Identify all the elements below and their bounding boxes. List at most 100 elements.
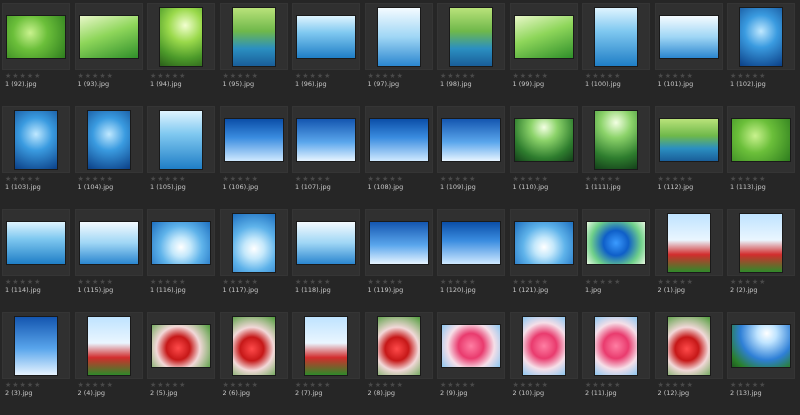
thumbnail-frame[interactable] <box>147 106 215 173</box>
thumbnail-image[interactable] <box>224 118 283 161</box>
rating-stars[interactable]: ★★★★★ <box>730 381 766 389</box>
thumbnail-frame[interactable] <box>2 3 70 70</box>
thumbnail-image[interactable] <box>232 7 275 66</box>
thumbnail-frame[interactable] <box>509 3 578 70</box>
thumbnail-item[interactable]: ★★★★★ 1 (95).jpg <box>219 3 290 106</box>
thumbnail-frame[interactable] <box>364 3 433 70</box>
thumbnail-frame[interactable] <box>147 312 215 379</box>
thumbnail-item[interactable]: ★★★★★ 1 (121).jpg <box>509 209 580 312</box>
thumbnail-frame[interactable] <box>509 106 578 173</box>
rating-stars[interactable]: ★★★★★ <box>513 381 549 389</box>
thumbnail-image[interactable] <box>369 221 428 264</box>
thumbnail-item[interactable]: ★★★★★ 1 (104).jpg <box>74 106 145 209</box>
thumbnail-frame[interactable] <box>147 209 215 276</box>
thumbnail-frame[interactable] <box>364 106 433 173</box>
rating-stars[interactable]: ★★★★★ <box>658 175 694 183</box>
thumbnail-item[interactable]: ★★★★★ 1 (103).jpg <box>2 106 72 209</box>
thumbnail-image[interactable] <box>667 316 710 375</box>
thumbnail-frame[interactable] <box>219 106 288 173</box>
rating-stars[interactable]: ★★★★★ <box>5 175 41 183</box>
rating-stars[interactable]: ★★★★★ <box>223 72 259 80</box>
thumbnail-item[interactable]: ★★★★★ 1 (105).jpg <box>147 106 217 209</box>
thumbnail-frame[interactable] <box>219 312 288 379</box>
thumbnail-image[interactable] <box>152 221 210 264</box>
thumbnail-item[interactable]: ★★★★★ 1 (111).jpg <box>582 106 652 209</box>
rating-stars[interactable]: ★★★★★ <box>513 175 549 183</box>
thumbnail-frame[interactable] <box>654 209 723 276</box>
thumbnail-frame[interactable] <box>364 312 433 379</box>
thumbnail-item[interactable]: ★★★★★ 2 (2).jpg <box>727 209 797 312</box>
thumbnail-item[interactable]: ★★★★★ 1 (93).jpg <box>74 3 145 106</box>
rating-stars[interactable]: ★★★★★ <box>658 72 694 80</box>
thumbnail-image[interactable] <box>152 324 210 367</box>
rating-stars[interactable]: ★★★★★ <box>223 278 259 286</box>
rating-stars[interactable]: ★★★★★ <box>440 72 476 80</box>
rating-stars[interactable]: ★★★★★ <box>78 175 114 183</box>
thumbnail-item[interactable]: ★★★★★ 1 (108).jpg <box>364 106 435 209</box>
thumbnail-item[interactable]: ★★★★★ 1 (94).jpg <box>147 3 217 106</box>
thumbnail-image[interactable] <box>87 316 130 375</box>
thumbnail-frame[interactable] <box>74 106 143 173</box>
thumbnail-item[interactable]: ★★★★★ 1 (120).jpg <box>437 209 507 312</box>
thumbnail-image[interactable] <box>740 7 782 66</box>
thumbnail-frame[interactable] <box>509 209 578 276</box>
rating-stars[interactable]: ★★★★★ <box>295 381 331 389</box>
thumbnail-image[interactable] <box>450 7 492 66</box>
thumbnail-item[interactable]: ★★★★★ 1 (98).jpg <box>437 3 507 106</box>
thumbnail-image[interactable] <box>514 118 573 161</box>
thumbnail-item[interactable]: ★★★★★ 1 (102).jpg <box>727 3 797 106</box>
thumbnail-image[interactable] <box>522 316 565 375</box>
thumbnail-frame[interactable] <box>292 106 360 173</box>
thumbnail-frame[interactable] <box>582 106 650 173</box>
thumbnail-item[interactable]: ★★★★★ 1 (101).jpg <box>654 3 725 106</box>
thumbnail-item[interactable]: ★★★★★ 1 (107).jpg <box>292 106 362 209</box>
thumbnail-item[interactable]: ★★★★★ 1.jpg <box>582 209 652 312</box>
thumbnail-image[interactable] <box>442 118 500 161</box>
thumbnail-image[interactable] <box>305 316 347 375</box>
thumbnail-frame[interactable] <box>437 106 505 173</box>
rating-stars[interactable]: ★★★★★ <box>5 72 41 80</box>
rating-stars[interactable]: ★★★★★ <box>440 278 476 286</box>
rating-stars[interactable]: ★★★★★ <box>730 72 766 80</box>
thumbnail-image[interactable] <box>79 15 138 58</box>
thumbnail-image[interactable] <box>514 15 573 58</box>
thumbnail-image[interactable] <box>297 221 355 264</box>
thumbnail-frame[interactable] <box>74 3 143 70</box>
thumbnail-item[interactable]: ★★★★★ 1 (92).jpg <box>2 3 72 106</box>
rating-stars[interactable]: ★★★★★ <box>513 72 549 80</box>
rating-stars[interactable]: ★★★★★ <box>78 278 114 286</box>
thumbnail-frame[interactable] <box>74 209 143 276</box>
thumbnail-image[interactable] <box>79 221 138 264</box>
thumbnail-frame[interactable] <box>509 312 578 379</box>
thumbnail-frame[interactable] <box>654 106 723 173</box>
thumbnail-image[interactable] <box>7 221 65 264</box>
thumbnail-image[interactable] <box>369 118 428 161</box>
thumbnail-item[interactable]: ★★★★★ 1 (106).jpg <box>219 106 290 209</box>
thumbnail-frame[interactable] <box>2 312 70 379</box>
thumbnail-frame[interactable] <box>292 209 360 276</box>
thumbnail-frame[interactable] <box>727 106 795 173</box>
thumbnail-image[interactable] <box>377 7 420 66</box>
rating-stars[interactable]: ★★★★★ <box>150 175 186 183</box>
thumbnail-frame[interactable] <box>582 3 650 70</box>
thumbnail-image[interactable] <box>587 221 645 264</box>
thumbnail-frame[interactable] <box>2 106 70 173</box>
thumbnail-image[interactable] <box>297 15 355 58</box>
thumbnail-image[interactable] <box>514 221 573 264</box>
thumbnail-image[interactable] <box>659 118 718 161</box>
rating-stars[interactable]: ★★★★★ <box>513 278 549 286</box>
rating-stars[interactable]: ★★★★★ <box>440 381 476 389</box>
rating-stars[interactable]: ★★★★★ <box>150 278 186 286</box>
rating-stars[interactable]: ★★★★★ <box>223 175 259 183</box>
rating-stars[interactable]: ★★★★★ <box>585 72 621 80</box>
thumbnail-image[interactable] <box>595 7 637 66</box>
thumbnail-frame[interactable] <box>219 3 288 70</box>
thumbnail-image[interactable] <box>15 316 57 375</box>
thumbnail-image[interactable] <box>232 213 275 272</box>
thumbnail-image[interactable] <box>659 15 718 58</box>
rating-stars[interactable]: ★★★★★ <box>585 278 621 286</box>
thumbnail-image[interactable] <box>15 110 57 169</box>
thumbnail-frame[interactable] <box>292 312 360 379</box>
thumbnail-frame[interactable] <box>292 3 360 70</box>
thumbnail-item[interactable]: ★★★★★ 1 (118).jpg <box>292 209 362 312</box>
